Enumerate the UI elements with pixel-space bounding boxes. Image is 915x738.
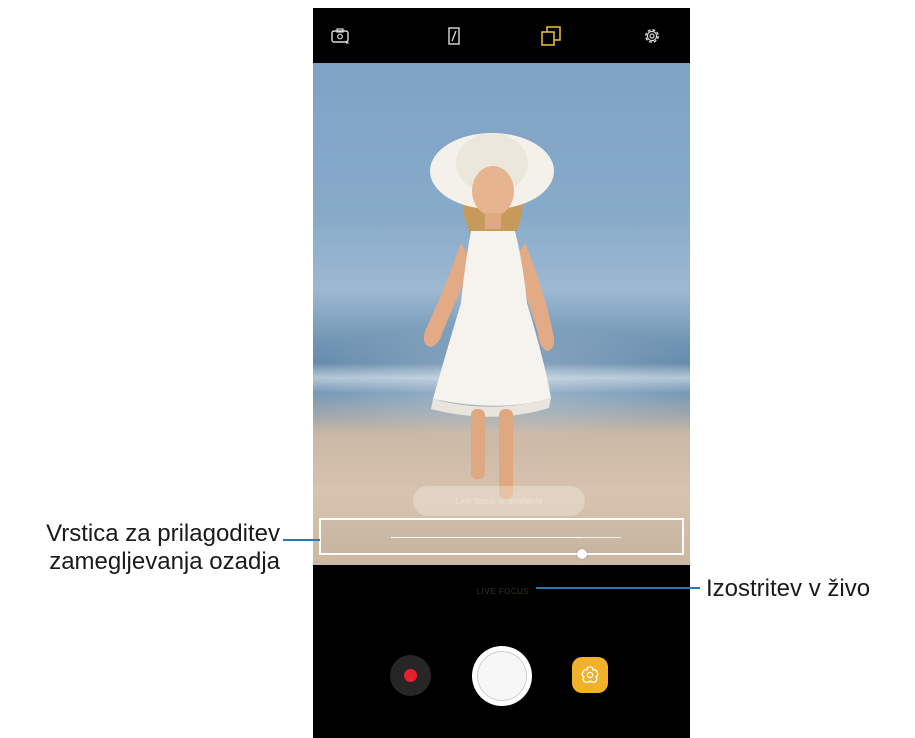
camera-top-bar	[313, 8, 690, 63]
blur-bar-callout-line	[283, 539, 320, 541]
settings-button[interactable]	[638, 22, 666, 50]
live-focus-hint: Live focus is available	[413, 486, 585, 516]
flower-effects-icon	[581, 666, 599, 683]
record-video-button[interactable]	[390, 655, 431, 696]
camera-viewfinder[interactable]: Live focus is available	[313, 63, 690, 565]
camera-bottom-controls: LIVE FOCUS	[313, 565, 690, 738]
blur-slider-fill	[391, 537, 582, 538]
record-dot-icon	[404, 669, 417, 682]
camera-switch-icon	[331, 28, 350, 44]
blur-bar-callout-line2: zamegljevanja ozadja	[49, 548, 280, 575]
shutter-inner-ring	[477, 651, 527, 701]
live-focus-callout: Izostritev v živo	[706, 575, 871, 602]
live-focus-callout-line	[536, 587, 700, 589]
blur-slider-thumb[interactable]	[576, 549, 587, 559]
camera-switch-button[interactable]	[326, 22, 354, 50]
settings-gear-icon	[645, 29, 659, 43]
flash-off-icon	[448, 27, 460, 45]
background-blur-adjustment-bar[interactable]	[319, 518, 684, 559]
camera-screen: Live focus is available LIVE FOCUS	[313, 8, 690, 738]
live-focus-mode-label[interactable]: LIVE FOCUS	[463, 587, 543, 596]
blur-bar-callout: Vrstica za prilagoditev zamegljevanja oz…	[0, 520, 280, 576]
aspect-ratio-button[interactable]	[537, 22, 565, 50]
blur-slider-track[interactable]	[391, 537, 621, 559]
flash-button[interactable]	[440, 22, 468, 50]
effects-button[interactable]	[572, 657, 608, 693]
blur-bar-callout-line1: Vrstica za prilagoditev	[46, 520, 280, 547]
aspect-ratio-icon	[541, 26, 561, 46]
shutter-button[interactable]	[472, 646, 532, 706]
